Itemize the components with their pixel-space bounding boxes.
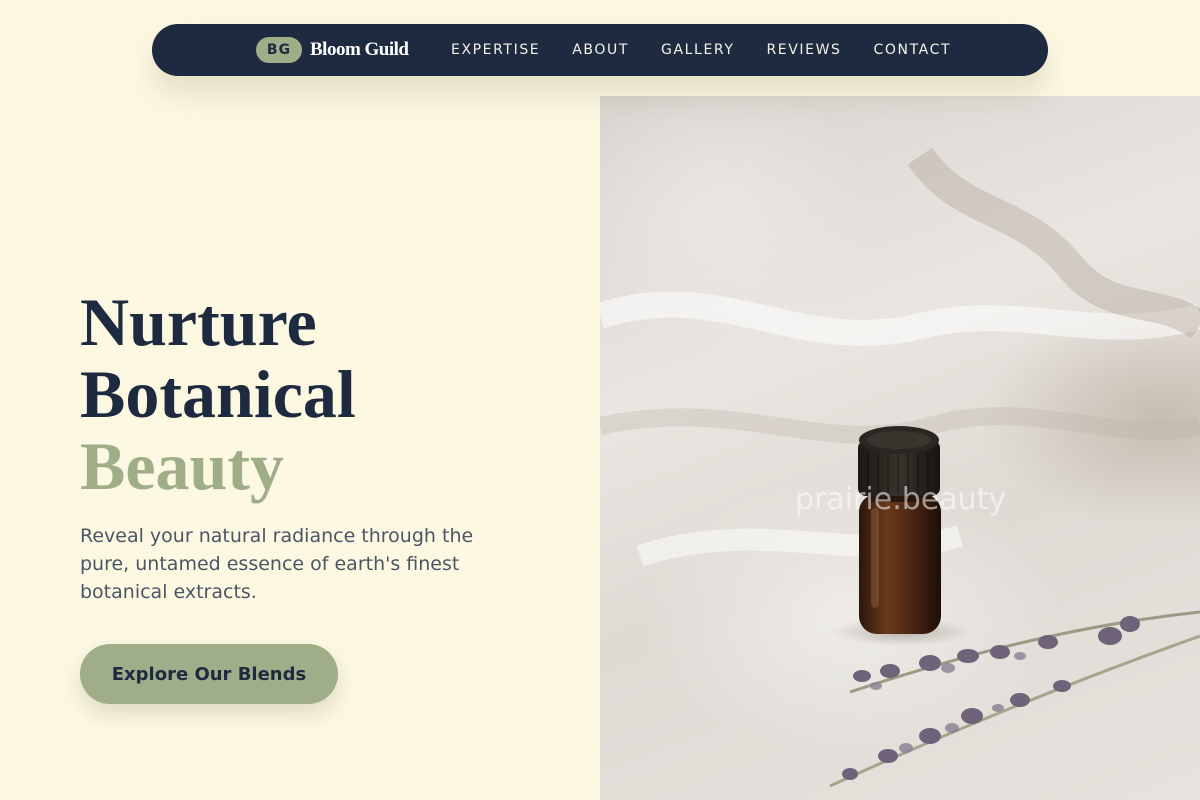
hero-section: Nurture Botanical Beauty Reveal your nat…	[80, 286, 580, 606]
product-photo-illustration	[600, 147, 1200, 788]
nav-link-gallery[interactable]: GALLERY	[661, 42, 734, 58]
hero-headline: Nurture Botanical Beauty	[80, 286, 580, 502]
headline-line-1: Nurture	[80, 284, 317, 360]
nav-link-expertise[interactable]: EXPERTISE	[451, 42, 540, 58]
landing-page: BG Bloom Guild EXPERTISE ABOUT GALLERY R…	[0, 0, 1200, 800]
image-watermark: prairie.beauty	[795, 482, 1007, 517]
top-navigation: BG Bloom Guild EXPERTISE ABOUT GALLERY R…	[152, 24, 1048, 76]
brand-name: Bloom Guild	[310, 39, 409, 60]
nav-link-contact[interactable]: CONTACT	[874, 42, 952, 58]
explore-blends-button[interactable]: Explore Our Blends	[80, 644, 338, 704]
hero-subtext: Reveal your natural radiance through the…	[80, 525, 474, 603]
brand-logo[interactable]: BG Bloom Guild	[256, 37, 409, 63]
nav-link-about[interactable]: ABOUT	[572, 42, 629, 58]
brand-badge: BG	[256, 37, 302, 63]
headline-line-2: Botanical	[80, 356, 356, 432]
nav-link-reviews[interactable]: REVIEWS	[766, 42, 841, 58]
headline-accent: Beauty	[80, 428, 284, 504]
hero-product-image: prairie.beauty	[600, 96, 1200, 800]
nav-links: EXPERTISE ABOUT GALLERY REVIEWS CONTACT	[451, 24, 951, 76]
